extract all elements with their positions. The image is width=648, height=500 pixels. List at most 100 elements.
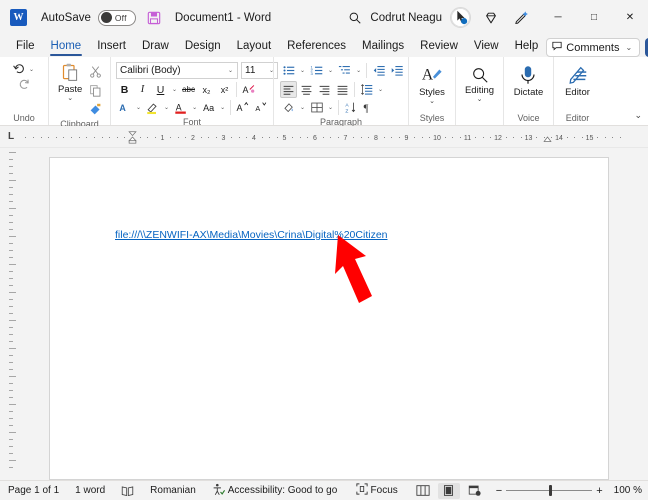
undo-dropdown-caret[interactable]: ⌄ <box>27 66 36 73</box>
grow-font-icon[interactable]: A <box>234 99 251 116</box>
dictate-button[interactable]: Dictate <box>510 62 548 100</box>
italic-button[interactable]: I <box>134 81 151 98</box>
close-button[interactable]: ✕ <box>612 0 648 35</box>
align-center-button[interactable] <box>298 81 315 98</box>
tab-home[interactable]: Home <box>43 36 90 57</box>
search-icon[interactable] <box>340 0 370 35</box>
editing-button[interactable]: Editing ⌄ <box>461 64 498 105</box>
increase-indent-icon[interactable] <box>388 62 405 79</box>
tab-layout[interactable]: Layout <box>229 36 280 57</box>
tab-references[interactable]: References <box>279 36 354 57</box>
proofing-book-icon[interactable] <box>121 485 134 497</box>
change-case-caret[interactable]: ⌄ <box>218 104 227 111</box>
vertical-scrollbar[interactable] <box>636 148 648 480</box>
tab-help[interactable]: Help <box>507 36 547 57</box>
document-area[interactable]: file:///\\ZENWIFI-AX\Media\Movies\Crina\… <box>22 148 636 480</box>
focus-button[interactable]: Focus <box>355 483 398 498</box>
multilevel-list-caret[interactable]: ⌄ <box>354 67 363 74</box>
autosave-toggle[interactable]: Off <box>97 9 136 26</box>
font-color-icon[interactable]: A <box>172 99 189 116</box>
print-layout-icon[interactable] <box>437 482 460 499</box>
underline-dropdown-caret[interactable]: ⌄ <box>170 86 179 93</box>
tab-design[interactable]: Design <box>177 36 229 57</box>
undo-button[interactable]: ⌄ <box>12 62 36 76</box>
save-icon[interactable] <box>147 11 161 25</box>
minimize-button[interactable]: ─ <box>540 0 576 35</box>
font-name-caret[interactable]: ⌄ <box>228 67 233 74</box>
superscript-button[interactable]: x² <box>216 81 233 98</box>
shading-icon[interactable] <box>280 99 297 116</box>
text-effects-icon[interactable]: A <box>116 99 133 116</box>
bullet-list-icon[interactable] <box>280 62 297 79</box>
tab-draw[interactable]: Draw <box>134 36 177 57</box>
borders-icon[interactable] <box>308 99 325 116</box>
diamond-icon[interactable] <box>476 0 506 35</box>
numbered-list-caret[interactable]: ⌄ <box>326 67 335 74</box>
format-painter-icon[interactable] <box>86 100 104 118</box>
comments-button[interactable]: Comments ⌄ <box>546 38 641 57</box>
paste-dropdown-caret[interactable]: ⌄ <box>67 95 73 102</box>
shrink-font-icon[interactable]: A <box>252 99 269 116</box>
status-language[interactable]: Romanian <box>150 485 196 496</box>
change-case-button[interactable]: Aa <box>200 99 217 116</box>
tab-view[interactable]: View <box>466 36 507 57</box>
document-page[interactable]: file:///\\ZENWIFI-AX\Media\Movies\Crina\… <box>49 157 609 480</box>
zoom-slider-track[interactable] <box>506 485 593 496</box>
document-hyperlink[interactable]: file:///\\ZENWIFI-AX\Media\Movies\Crina\… <box>115 229 388 241</box>
editing-dropdown-caret[interactable]: ⌄ <box>477 96 483 103</box>
subscript-button[interactable]: x₂ <box>198 81 215 98</box>
horizontal-ruler[interactable]: 1 2 3 4 5 6 7 8 9 10 11 12 13 14 15 <box>22 129 648 144</box>
zoom-in-button[interactable]: + <box>596 485 602 497</box>
read-mode-icon[interactable] <box>412 483 434 499</box>
maximize-button[interactable]: □ <box>576 0 612 35</box>
bullet-list-caret[interactable]: ⌄ <box>298 67 307 74</box>
highlight-icon[interactable] <box>144 99 161 116</box>
redo-button[interactable] <box>17 77 31 96</box>
strikethrough-button[interactable]: abc <box>180 81 197 98</box>
tab-review[interactable]: Review <box>412 36 466 57</box>
line-spacing-icon[interactable] <box>358 81 375 98</box>
zoom-out-button[interactable]: − <box>496 485 502 497</box>
copy-icon[interactable] <box>86 81 104 99</box>
highlight-caret[interactable]: ⌄ <box>162 104 171 111</box>
zoom-slider-thumb[interactable] <box>549 485 553 496</box>
line-spacing-caret[interactable]: ⌄ <box>376 86 385 93</box>
font-color-caret[interactable]: ⌄ <box>190 104 199 111</box>
status-word-count[interactable]: 1 word <box>75 485 105 496</box>
tab-insert[interactable]: Insert <box>89 36 134 57</box>
clear-formatting-icon[interactable]: A <box>240 81 257 98</box>
zoom-level-label[interactable]: 100 % <box>614 485 642 496</box>
bold-button[interactable]: B <box>116 81 133 98</box>
right-indent-marker[interactable] <box>543 133 552 144</box>
ribbon-collapse-button[interactable]: ⌄ <box>634 110 642 121</box>
tab-mailings[interactable]: Mailings <box>354 36 412 57</box>
align-right-button[interactable] <box>316 81 333 98</box>
vertical-ruler[interactable] <box>0 148 22 480</box>
zoom-slider[interactable]: − + <box>496 485 603 497</box>
underline-button[interactable]: U <box>152 81 169 98</box>
status-page[interactable]: Page 1 of 1 <box>8 485 59 496</box>
editor-button[interactable]: Editor <box>561 62 595 100</box>
paste-button[interactable]: Paste ⌄ <box>54 60 86 104</box>
sort-icon[interactable]: A Z <box>342 99 359 116</box>
chevron-down-icon[interactable]: ⌄ <box>623 43 634 52</box>
text-effects-caret[interactable]: ⌄ <box>134 104 143 111</box>
font-name-input[interactable]: Calibri (Body) ⌄ <box>116 62 238 79</box>
editor-pencil-icon[interactable] <box>506 0 536 35</box>
avatar[interactable] <box>450 7 471 28</box>
tab-file[interactable]: File <box>8 36 43 57</box>
borders-caret[interactable]: ⌄ <box>326 104 335 111</box>
web-layout-icon[interactable] <box>464 483 486 499</box>
justify-button[interactable] <box>334 81 351 98</box>
align-left-button[interactable] <box>280 81 297 98</box>
styles-dropdown-caret[interactable]: ⌄ <box>429 98 435 105</box>
status-accessibility[interactable]: Accessibility: Good to go <box>212 483 337 499</box>
tab-stop-selector[interactable]: L <box>0 126 22 148</box>
show-formatting-marks-icon[interactable]: ¶ <box>360 99 377 116</box>
numbered-list-icon[interactable]: 1 2 3 <box>308 62 325 79</box>
shading-caret[interactable]: ⌄ <box>298 104 307 111</box>
decrease-indent-icon[interactable] <box>370 62 387 79</box>
cut-icon[interactable] <box>86 62 104 80</box>
styles-button[interactable]: A Styles ⌄ <box>415 62 449 107</box>
multilevel-list-icon[interactable] <box>336 62 353 79</box>
